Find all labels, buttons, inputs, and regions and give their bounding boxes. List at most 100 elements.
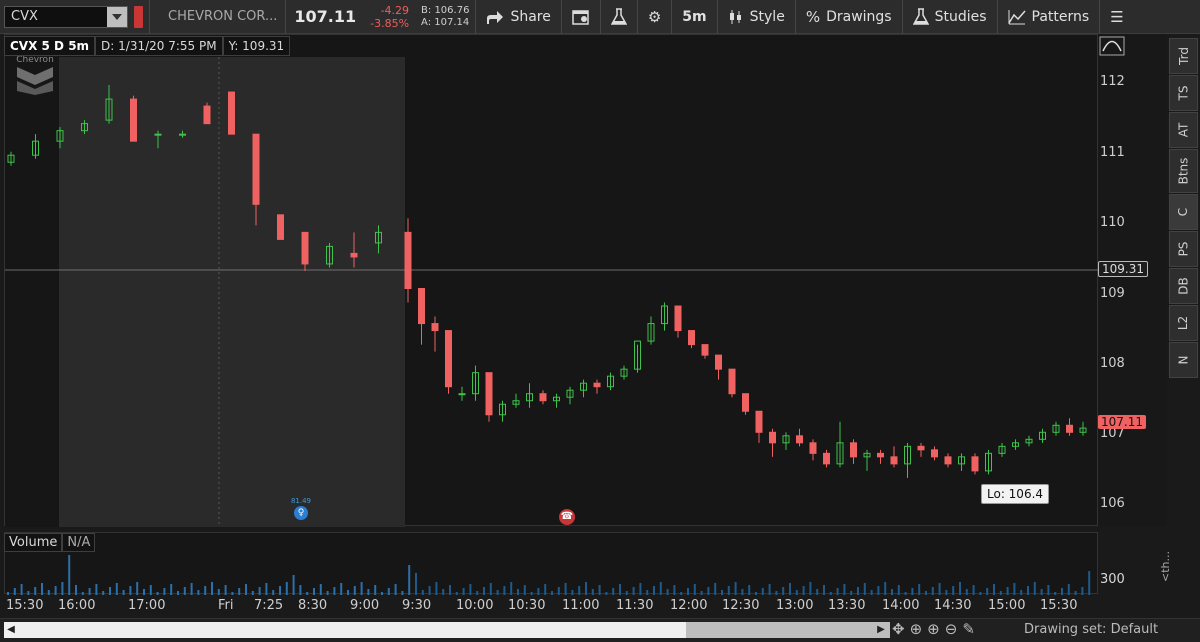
earnings-event-marker[interactable]: 81.49 ♀ [289, 497, 313, 520]
volume-pane[interactable] [4, 532, 1098, 595]
patterns-button[interactable]: Patterns [998, 0, 1100, 34]
change-percent: -3.85% [370, 16, 410, 30]
expand-icon[interactable] [1099, 36, 1125, 56]
pan-icon[interactable]: ✥ [892, 620, 905, 638]
symbol-selector[interactable]: CVX [4, 5, 128, 28]
zoom-in-icon[interactable]: ⊕ [927, 620, 940, 638]
candle-body [674, 305, 682, 332]
x-tick: 14:30 [934, 598, 972, 613]
volume-bar [775, 591, 778, 595]
candle-body [539, 393, 547, 402]
candle-body [301, 231, 309, 265]
volume-bar [197, 590, 200, 595]
volume-bar [625, 591, 628, 595]
candle-body [688, 330, 695, 346]
tab-at[interactable]: AT [1169, 112, 1198, 148]
volume-bar [387, 588, 390, 595]
volume-bar [224, 585, 227, 595]
volume-bar [591, 589, 594, 595]
volume-bar [931, 587, 934, 595]
tab-db[interactable]: DB [1169, 268, 1198, 304]
volume-bar [476, 591, 479, 595]
volume-bar [605, 592, 608, 595]
horizontal-scrollbar[interactable]: ◀ ▶ [4, 622, 890, 638]
drawings-button[interactable]: % Drawings [796, 0, 902, 34]
flask-button[interactable] [601, 0, 637, 34]
calendar-button[interactable] [562, 0, 600, 34]
scrollbar-thumb[interactable] [686, 622, 890, 638]
volume-title: Volume [4, 533, 63, 552]
volume-bar [1033, 582, 1036, 595]
volume-bar [13, 588, 16, 595]
volume-bar [632, 587, 635, 595]
volume-bar [755, 592, 757, 595]
tab-btns[interactable]: Btns [1169, 149, 1198, 193]
menu-button[interactable]: ☰ [1100, 0, 1133, 34]
crosshair-price-label: 109.31 [1098, 261, 1148, 277]
x-tick: 13:30 [828, 598, 866, 613]
phone-event-marker[interactable]: ☎ [559, 509, 575, 525]
drawing-set-label[interactable]: Drawing set: Default [1024, 622, 1158, 637]
zoom-out-icon[interactable]: ⊖ [945, 620, 958, 638]
volume-bar [211, 582, 213, 595]
volume-bar [904, 592, 907, 595]
company-name: CHEVRON COR... [168, 9, 278, 24]
flask-icon [912, 7, 929, 25]
volume-bar [1054, 592, 1057, 595]
scroll-right-icon[interactable]: ▶ [874, 622, 888, 638]
x-tick: 17:00 [128, 598, 166, 613]
x-tick: 11:00 [562, 598, 600, 613]
volume-bar [761, 588, 764, 595]
chart-header: CVX 5 D 5m D: 1/31/20 7:55 PM Y: 109.31 [4, 36, 291, 56]
side-tabs: Trd TS AT Btns C PS DB L2 N [1169, 38, 1200, 408]
scroll-left-icon[interactable]: ◀ [4, 622, 18, 638]
x-axis: 15:30 16:00 17:00 Fri 7:25 8:30 9:00 9:3… [0, 596, 1100, 616]
share-button[interactable]: Share [476, 0, 560, 34]
volume-bar [54, 586, 57, 595]
logo: Chevron [13, 55, 57, 99]
price-chart-svg [5, 57, 1099, 527]
candle-body [823, 452, 830, 465]
change-value: -4.29 [380, 3, 410, 17]
volume-bar [95, 584, 98, 595]
bottom-bar: ◀ ▶ ✥ ⊕ ⊕ ⊖ ✎ Drawing set: Default [0, 618, 1200, 642]
zoom-controls: ✥ ⊕ ⊕ ⊖ ✎ [892, 620, 975, 638]
chevron-down-icon[interactable] [107, 6, 127, 27]
tab-ts[interactable]: TS [1169, 75, 1198, 111]
volume-bar [415, 573, 417, 595]
volume-bar [965, 589, 968, 595]
settings-button[interactable]: ⚙ [638, 0, 671, 34]
y-tick: 109 [1100, 286, 1125, 301]
pencil-icon[interactable]: ✎ [962, 620, 975, 638]
candle-body [228, 91, 235, 135]
y-axis[interactable] [1098, 34, 1166, 526]
volume-bar [836, 588, 839, 595]
price-chart[interactable]: Chevron 81.49 ♀ ☎ Lo: 106.4 [4, 34, 1099, 527]
x-tick: 9:00 [350, 598, 380, 613]
candle-body [850, 442, 857, 458]
interval-button[interactable]: 5m [672, 0, 716, 34]
volume-bar [863, 583, 866, 595]
volume-bar [353, 586, 356, 595]
volume-bar [979, 592, 982, 595]
tab-ps[interactable]: PS [1169, 231, 1198, 267]
crosshair-icon[interactable]: ⊕ [910, 620, 923, 638]
tab-n[interactable]: N [1169, 342, 1198, 378]
tab-c[interactable]: C [1169, 194, 1198, 230]
flag-icon[interactable] [134, 5, 143, 28]
volume-bar [47, 590, 50, 595]
volume-bar [394, 584, 397, 595]
volume-bar [748, 585, 751, 595]
studies-button[interactable]: Studies [903, 0, 997, 34]
style-button[interactable]: Style [718, 0, 795, 34]
volume-bar [517, 589, 519, 595]
volume-bar [75, 585, 77, 595]
volume-bar [585, 582, 587, 595]
volume-bar [727, 586, 730, 595]
tab-l2[interactable]: L2 [1169, 305, 1198, 341]
candle-body [179, 133, 186, 136]
volume-bar [27, 591, 30, 595]
last-price-label: 107.11 [1098, 415, 1146, 429]
x-tick: 15:00 [988, 598, 1026, 613]
tab-trd[interactable]: Trd [1169, 38, 1198, 74]
